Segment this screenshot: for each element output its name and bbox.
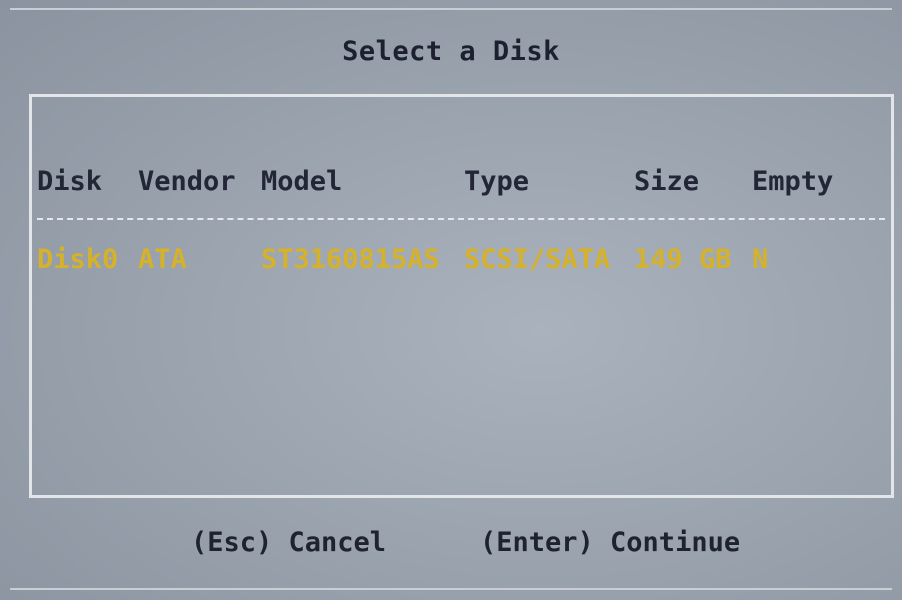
disk-cell: Disk0 bbox=[37, 244, 119, 275]
cancel-button[interactable]: (Esc) Cancel bbox=[191, 527, 386, 558]
column-header-disk: Disk bbox=[37, 166, 103, 197]
bios-screen: Select a Disk Disk Vendor Model Type Siz… bbox=[0, 0, 902, 600]
column-header-empty: Empty bbox=[752, 166, 834, 197]
disk-list-panel bbox=[29, 94, 894, 498]
vendor-cell: ATA bbox=[138, 244, 187, 275]
empty-cell: N bbox=[752, 244, 769, 275]
model-cell: ST3160815AS bbox=[261, 244, 440, 275]
dialog-title: Select a Disk bbox=[342, 36, 560, 67]
continue-button[interactable]: (Enter) Continue bbox=[480, 527, 740, 558]
column-header-type: Type bbox=[464, 166, 530, 197]
column-header-model: Model bbox=[261, 166, 343, 197]
type-cell: SCSI/SATA bbox=[464, 244, 611, 275]
column-header-vendor: Vendor bbox=[138, 166, 236, 197]
column-header-size: Size bbox=[634, 166, 700, 197]
size-cell: 149 GB bbox=[634, 244, 732, 275]
header-divider bbox=[37, 218, 885, 220]
